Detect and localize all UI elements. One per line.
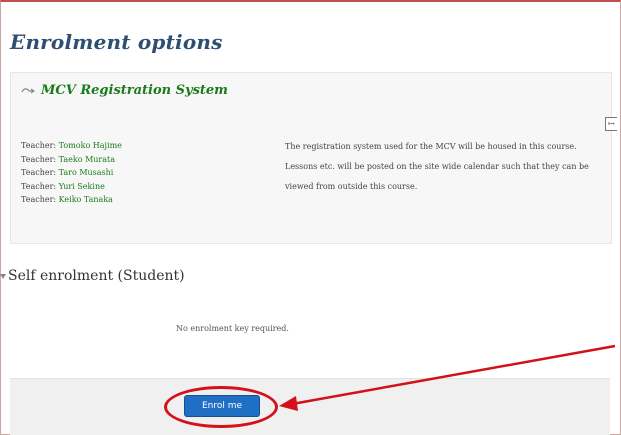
course-title-link[interactable]: MCV Registration System bbox=[41, 83, 228, 98]
enter-course-icon[interactable]: ↦ bbox=[605, 117, 617, 131]
teacher-link[interactable]: Taeko Murata bbox=[59, 155, 115, 164]
teacher-link[interactable]: Tomoko Hajime bbox=[59, 141, 122, 150]
course-box: MCV Registration System ↦ Teacher: Tomok… bbox=[10, 72, 617, 244]
teacher-item: Teacher: Taeko Murata bbox=[21, 153, 122, 167]
course-link-icon bbox=[21, 86, 35, 97]
teacher-item: Teacher: Tomoko Hajime bbox=[21, 139, 122, 153]
enrolment-key-message: No enrolment key required. bbox=[176, 324, 289, 333]
teacher-item: Teacher: Yuri Sekine bbox=[21, 180, 122, 194]
page-title: Enrolment options bbox=[10, 30, 223, 54]
teacher-link[interactable]: Keiko Tanaka bbox=[59, 195, 113, 204]
teacher-list: Teacher: Tomoko Hajime Teacher: Taeko Mu… bbox=[21, 139, 122, 207]
teacher-role-label: Teacher: bbox=[21, 181, 59, 191]
teacher-role-label: Teacher: bbox=[21, 168, 59, 177]
collapse-triangle-icon[interactable] bbox=[0, 273, 6, 279]
enrol-me-button[interactable]: Enrol me bbox=[184, 395, 260, 417]
teacher-item: Teacher: Taro Musashi bbox=[21, 166, 122, 180]
form-actions-bar bbox=[10, 378, 610, 435]
self-enrolment-title: Self enrolment (Student) bbox=[8, 268, 185, 284]
self-enrolment-header[interactable]: Self enrolment (Student) bbox=[0, 268, 185, 284]
teacher-role-label: Teacher: bbox=[21, 195, 59, 204]
teacher-role-label: Teacher: bbox=[21, 141, 59, 150]
teacher-item: Teacher: Keiko Tanaka bbox=[21, 193, 122, 207]
teacher-role-label: Teacher: bbox=[21, 154, 59, 164]
teacher-link[interactable]: Taro Musashi bbox=[59, 168, 114, 177]
teacher-link[interactable]: Yuri Sekine bbox=[59, 182, 105, 191]
course-summary: The registration system used for the MCV… bbox=[285, 142, 589, 191]
